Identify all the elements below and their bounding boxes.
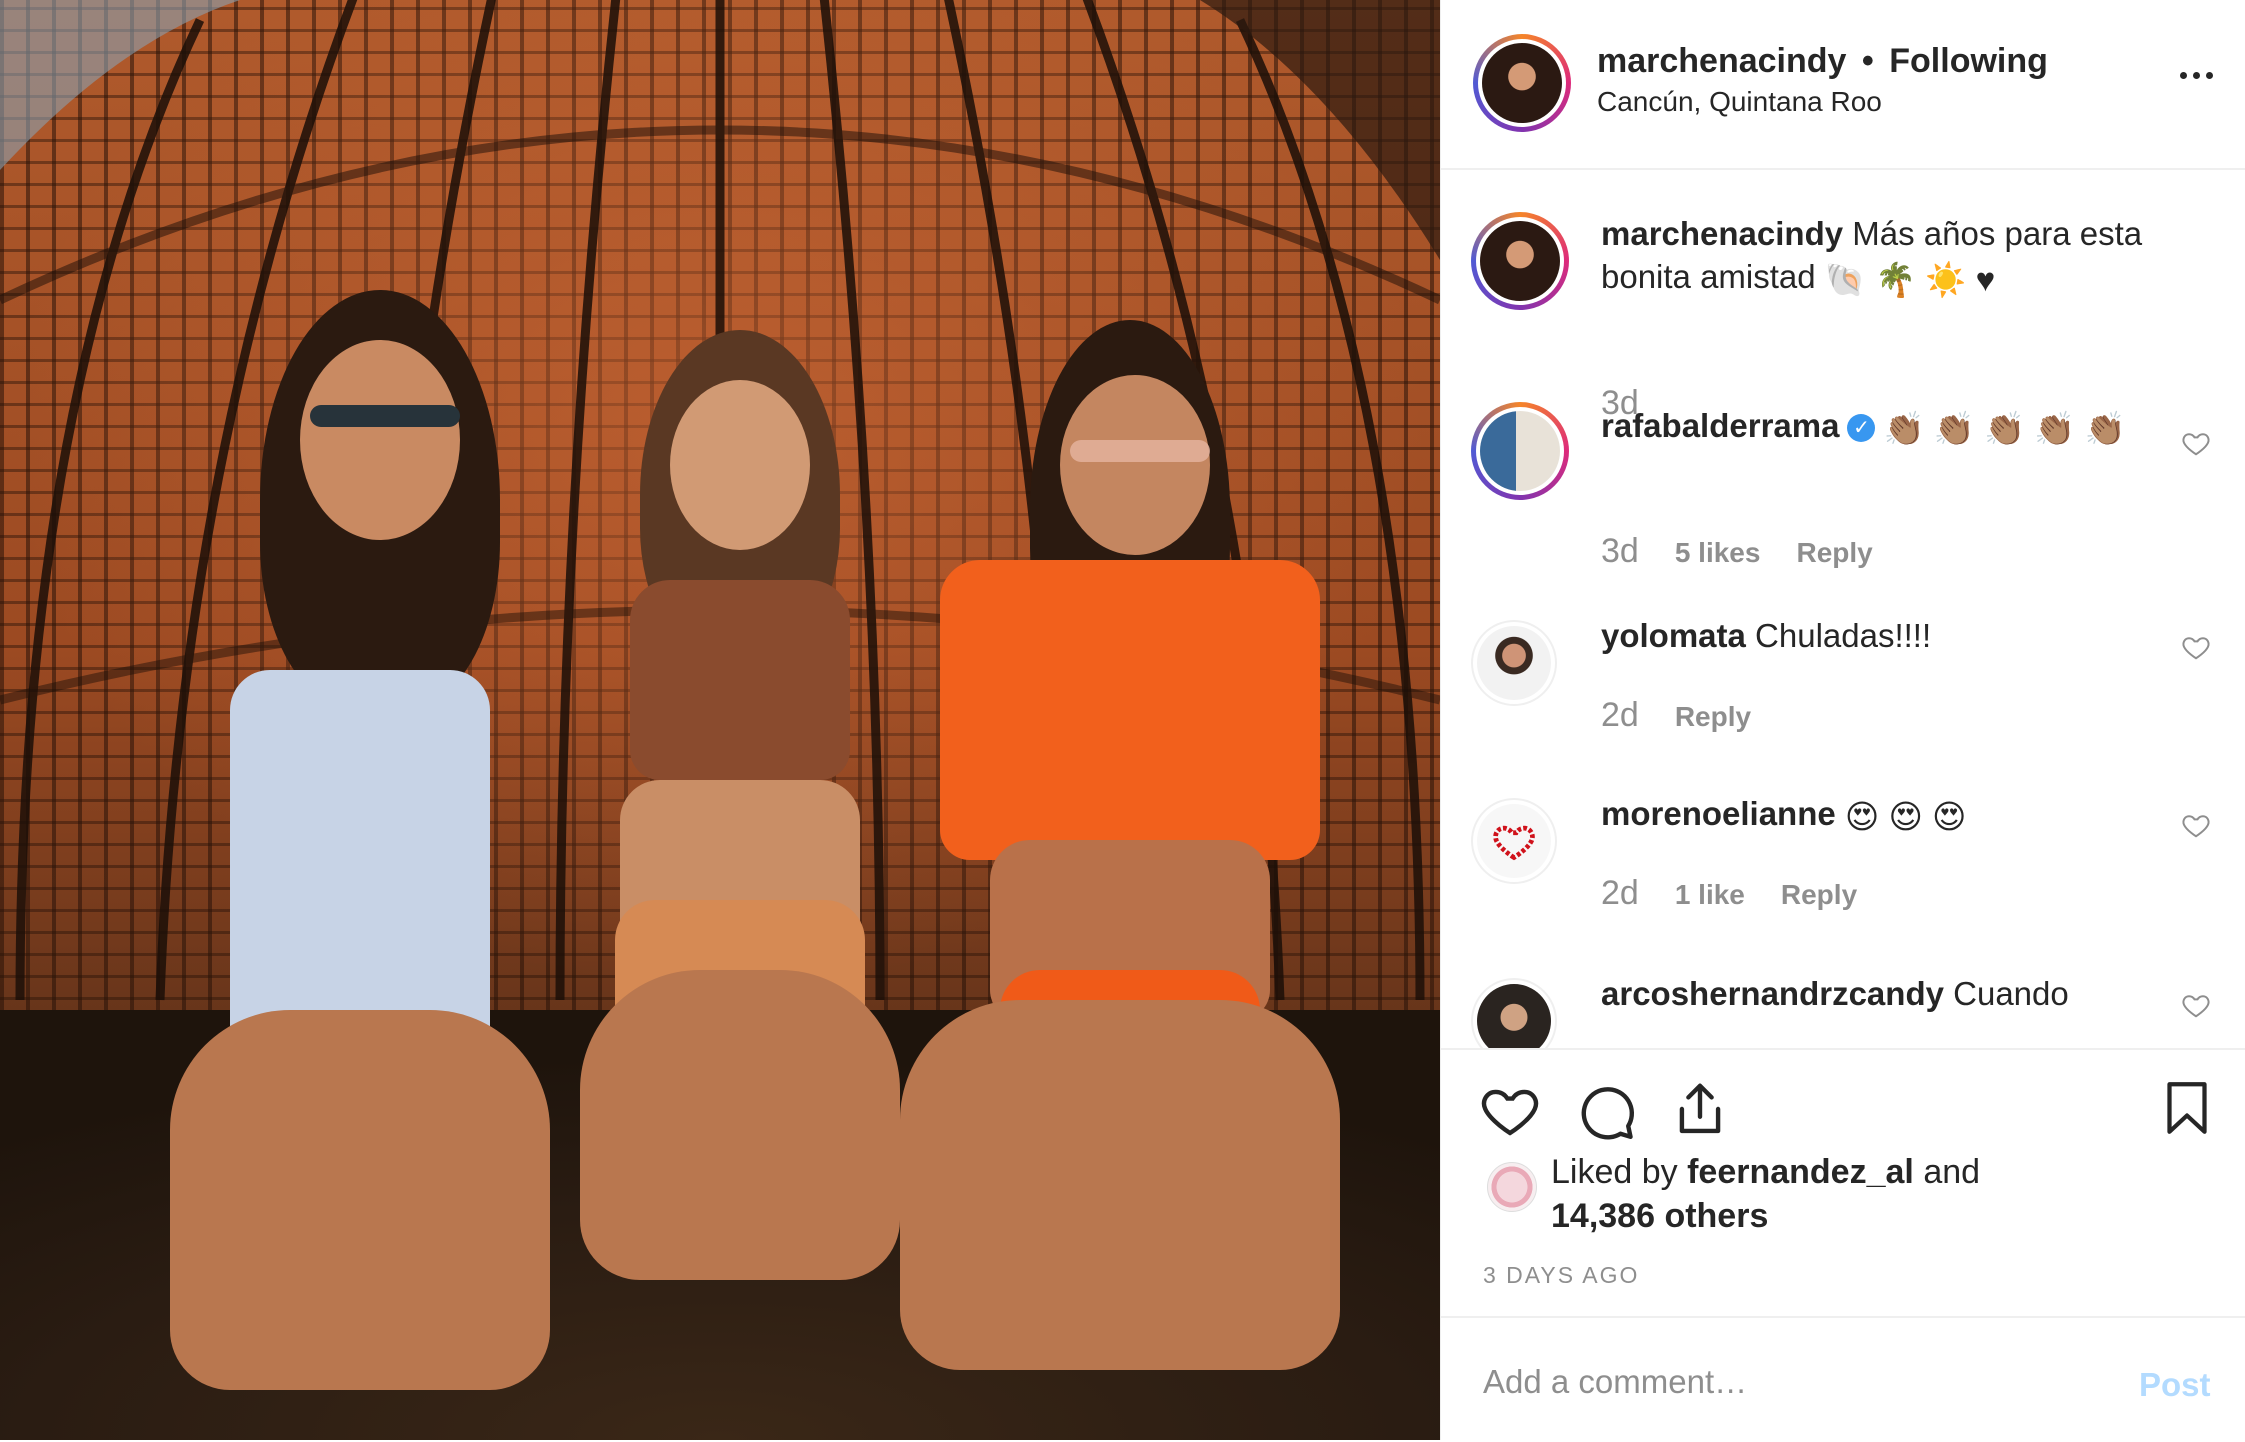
post-details-panel: marchenacindy • Following Cancún, Quinta…	[1440, 0, 2245, 1440]
commenter-avatar[interactable]	[1471, 978, 1557, 1048]
author-avatar[interactable]	[1473, 34, 1571, 132]
comment-like-heart-icon[interactable]	[2181, 810, 2211, 840]
person-middle	[560, 330, 920, 1280]
liker-avatar[interactable]	[1487, 1162, 1537, 1212]
instagram-post-view: marchenacindy • Following Cancún, Quinta…	[0, 0, 2245, 1440]
comment-like-heart-icon[interactable]	[2181, 990, 2211, 1020]
comment-item: morenoelianne 😍 😍 😍 2d 1 like Reply	[1471, 795, 2231, 948]
person-left	[150, 290, 570, 1390]
reply-button[interactable]: Reply	[1781, 879, 1857, 911]
comment-meta: 3d 5 likes Reply	[1601, 532, 1873, 571]
reply-button[interactable]: Reply	[1796, 537, 1872, 569]
follow-status-button[interactable]: Following	[1889, 42, 2048, 80]
heart-logo-icon	[1493, 825, 1535, 861]
post-timestamp[interactable]: 3 DAYS AGO	[1483, 1262, 1639, 1289]
reply-button[interactable]: Reply	[1675, 701, 1751, 733]
post-comment-button[interactable]: Post	[2139, 1366, 2211, 1404]
post-photo[interactable]	[0, 0, 1440, 1440]
author-line: marchenacindy • Following	[1597, 42, 2048, 81]
commenter-avatar[interactable]	[1471, 402, 1569, 500]
comment-username[interactable]: arcoshernandrzcandy	[1601, 975, 1944, 1012]
comment-input[interactable]	[1481, 1354, 2085, 1410]
liked-by-prefix: Liked by	[1551, 1153, 1678, 1191]
post-location[interactable]: Cancún, Quintana Roo	[1597, 86, 1882, 118]
caption-username[interactable]: marchenacindy	[1601, 215, 1843, 252]
caption-text: marchenacindy Más años para esta bonita …	[1601, 212, 2201, 301]
comments-list[interactable]: marchenacindy Más años para esta bonita …	[1441, 170, 2245, 1048]
comment-bubble-icon[interactable]	[1575, 1080, 1637, 1142]
comment-body: Chuladas!!!!	[1755, 617, 1932, 654]
caption-item: marchenacindy Más años para esta bonita …	[1471, 212, 2231, 432]
comment-username[interactable]: rafabalderrama	[1601, 407, 1839, 444]
comment-body: Cuando	[1953, 975, 2069, 1012]
commenter-avatar[interactable]	[1471, 798, 1557, 884]
comment-time[interactable]: 3d	[1601, 532, 1639, 571]
comment-like-heart-icon[interactable]	[2181, 428, 2211, 458]
likes-summary: Liked by feernandez_al and 14,386 others	[1551, 1150, 1980, 1238]
share-icon[interactable]	[1669, 1078, 1731, 1140]
comment-body: 😍 😍 😍	[1844, 797, 1967, 835]
comment-body: 👏🏽 👏🏽 👏🏽 👏🏽 👏🏽	[1883, 409, 2126, 447]
comment-time[interactable]: 2d	[1601, 696, 1639, 735]
person-right	[900, 320, 1360, 1370]
comment-username[interactable]: morenoelianne	[1601, 795, 1836, 832]
caption-emojis: 🐚 🌴 ☀️ ♥	[1824, 260, 1996, 298]
comment-likes[interactable]: 1 like	[1675, 879, 1745, 911]
comment-meta: 2d Reply	[1601, 696, 1751, 735]
comment-time[interactable]: 2d	[1601, 874, 1639, 913]
comment-text: morenoelianne 😍 😍 😍	[1601, 792, 2161, 838]
comment-like-heart-icon[interactable]	[2181, 632, 2211, 662]
comment-text: arcoshernandrzcandy Cuando	[1601, 972, 2161, 1015]
comment-likes[interactable]: 5 likes	[1675, 537, 1761, 569]
more-options-icon[interactable]	[2171, 60, 2221, 90]
caption-avatar[interactable]	[1471, 212, 1569, 310]
likes-count-others[interactable]: 14,386 others	[1551, 1197, 1768, 1235]
post-actions: Liked by feernandez_al and 14,386 others…	[1441, 1048, 2245, 1320]
comment-item: yolomata Chuladas!!!! 2d Reply	[1471, 617, 2231, 770]
comment-text: rafabalderrama ✓ 👏🏽 👏🏽 👏🏽 👏🏽 👏🏽	[1601, 404, 2161, 450]
post-header: marchenacindy • Following Cancún, Quinta…	[1441, 0, 2245, 170]
comment-item: arcoshernandrzcandy Cuando	[1471, 975, 2231, 1048]
bookmark-icon[interactable]	[2157, 1076, 2217, 1140]
liked-by-user[interactable]: feernandez_al	[1687, 1153, 1914, 1191]
author-username[interactable]: marchenacindy	[1597, 42, 1846, 80]
liked-by-conjunction: and	[1923, 1153, 1981, 1191]
separator-dot: •	[1861, 42, 1874, 80]
comment-text: yolomata Chuladas!!!!	[1601, 614, 2161, 657]
commenter-avatar[interactable]	[1471, 620, 1557, 706]
verified-badge-icon: ✓	[1847, 414, 1876, 443]
comment-meta: 2d 1 like Reply	[1601, 874, 1857, 913]
heart-icon[interactable]	[1479, 1080, 1541, 1142]
comment-item: rafabalderrama ✓ 👏🏽 👏🏽 👏🏽 👏🏽 👏🏽 3d 5 likes…	[1471, 402, 2231, 582]
add-comment-bar: Post	[1441, 1316, 2245, 1442]
comment-username[interactable]: yolomata	[1601, 617, 1746, 654]
